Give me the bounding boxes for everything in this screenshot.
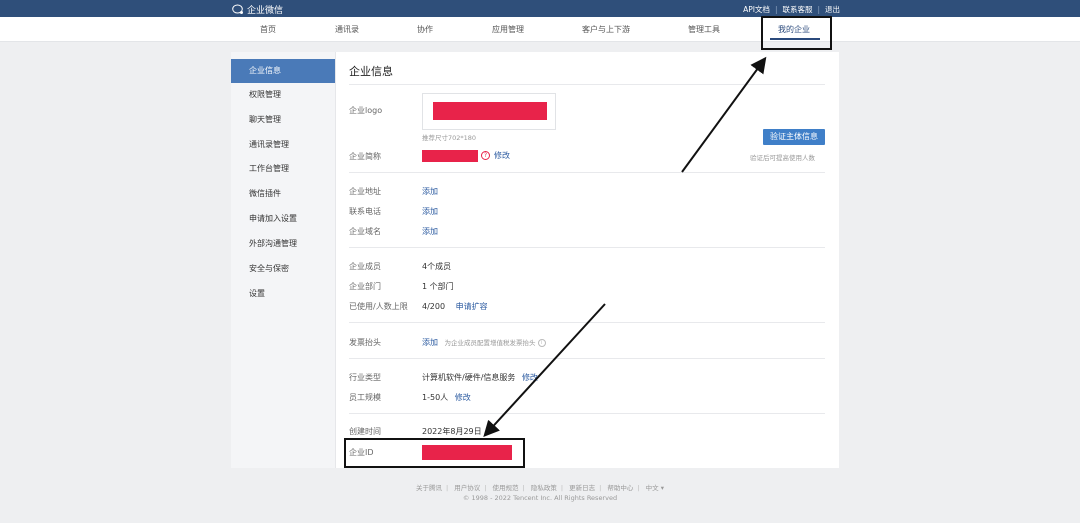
logout-link[interactable]: 退出 bbox=[825, 4, 840, 15]
divider bbox=[349, 172, 825, 173]
nav-home[interactable]: 首页 bbox=[260, 24, 276, 35]
verify-hint: 验证后可提高使用人数 bbox=[750, 154, 815, 162]
request-expansion-link[interactable]: 申请扩容 bbox=[456, 302, 488, 311]
capacity-label: 已使用/人数上限 bbox=[349, 302, 408, 311]
footer-help-link[interactable]: 帮助中心 bbox=[607, 484, 633, 492]
nav-collaboration[interactable]: 协作 bbox=[417, 24, 433, 35]
highlight-box-nav bbox=[761, 16, 832, 50]
divider bbox=[349, 413, 825, 414]
capacity-row: 4/200 申请扩容 bbox=[422, 301, 488, 312]
members-label: 企业成员 bbox=[349, 262, 381, 271]
nav-contacts[interactable]: 通讯录 bbox=[335, 24, 359, 35]
redacted-logo bbox=[433, 102, 547, 120]
divider bbox=[349, 358, 825, 359]
invoice-label: 发票抬头 bbox=[349, 338, 381, 347]
top-bar: 企业微信 API文档 | 联系客服 | 退出 bbox=[0, 0, 1080, 17]
departments-value: 1 个部门 bbox=[422, 282, 454, 291]
verify-entity-button[interactable]: 验证主体信息 bbox=[763, 129, 825, 145]
sidebar-item-workbench[interactable]: 工作台管理 bbox=[231, 157, 335, 181]
divider: | bbox=[817, 5, 820, 14]
enterprise-info-content: 企业信息 企业logo 推荐尺寸702*180 验证主体信息 验证后可提高使用人… bbox=[336, 52, 839, 468]
divider: | bbox=[599, 484, 602, 492]
nav-app-management[interactable]: 应用管理 bbox=[492, 24, 524, 35]
address-label: 企业地址 bbox=[349, 187, 381, 196]
divider: | bbox=[774, 5, 778, 14]
sidebar-item-join-settings[interactable]: 申请加入设置 bbox=[231, 207, 335, 231]
logo-label: 企业logo bbox=[349, 106, 383, 115]
footer-copyright: © 1998 - 2022 Tencent Inc. All Rights Re… bbox=[462, 494, 618, 502]
divider: | bbox=[637, 484, 640, 492]
warning-icon: ? bbox=[481, 151, 490, 160]
logo-size-hint: 推荐尺寸702*180 bbox=[422, 134, 477, 142]
divider bbox=[349, 322, 825, 323]
industry-row: 计算机软件/硬件/信息服务 修改 bbox=[422, 372, 538, 383]
info-icon[interactable]: i bbox=[537, 338, 546, 347]
brand-logo[interactable]: 企业微信 bbox=[232, 3, 283, 16]
add-domain-link[interactable]: 添加 bbox=[422, 226, 438, 237]
edit-short-name-link[interactable]: 修改 bbox=[494, 151, 510, 160]
departments-label: 企业部门 bbox=[349, 282, 381, 291]
page-title: 企业信息 bbox=[349, 65, 393, 78]
footer-privacy-link[interactable]: 隐私政策 bbox=[531, 484, 557, 492]
scale-value: 1-50人 bbox=[422, 393, 449, 402]
phone-label: 联系电话 bbox=[349, 207, 381, 216]
short-name-label: 企业简称 bbox=[349, 152, 381, 161]
created-value: 2022年8月29日 bbox=[422, 427, 482, 436]
add-phone-link[interactable]: 添加 bbox=[422, 206, 438, 217]
industry-label: 行业类型 bbox=[349, 373, 381, 382]
capacity-value: 4/200 bbox=[422, 302, 446, 311]
edit-scale-link[interactable]: 修改 bbox=[455, 393, 471, 402]
sidebar-item-enterprise-info[interactable]: 企业信息 bbox=[231, 59, 335, 83]
nav-customers[interactable]: 客户与上下游 bbox=[582, 24, 630, 35]
sidebar-item-permissions[interactable]: 权限管理 bbox=[231, 83, 335, 107]
edit-industry-link[interactable]: 修改 bbox=[522, 373, 538, 382]
footer-links: 关于腾讯 | 用户协议 | 使用规范 | 隐私政策 | 更新日志 | 帮助中心 | 中文 ▾ bbox=[0, 482, 1080, 492]
sidebar-item-security[interactable]: 安全与保密 bbox=[231, 257, 335, 281]
sidebar-item-chat[interactable]: 聊天管理 bbox=[231, 108, 335, 132]
sidebar-item-contacts[interactable]: 通讯录管理 bbox=[231, 133, 335, 157]
footer-changelog-link[interactable]: 更新日志 bbox=[569, 484, 595, 492]
divider: | bbox=[484, 484, 487, 492]
domain-label: 企业域名 bbox=[349, 227, 381, 236]
footer-rules-link[interactable]: 使用规范 bbox=[493, 484, 519, 492]
sidebar-item-external[interactable]: 外部沟通管理 bbox=[231, 232, 335, 256]
add-invoice-link[interactable]: 添加 bbox=[422, 338, 438, 347]
top-links: API文档 | 联系客服 | 退出 bbox=[743, 4, 840, 15]
sidebar: 企业信息 权限管理 聊天管理 通讯录管理 工作台管理 微信插件 申请加入设置 外… bbox=[231, 52, 336, 468]
divider bbox=[349, 247, 825, 248]
contact-support-link[interactable]: 联系客服 bbox=[782, 4, 812, 15]
divider bbox=[349, 84, 825, 85]
api-docs-link[interactable]: API文档 bbox=[743, 4, 770, 15]
sidebar-item-wechat-plugin[interactable]: 微信插件 bbox=[231, 182, 335, 206]
scale-row: 1-50人 修改 bbox=[422, 392, 471, 403]
divider: | bbox=[560, 484, 564, 492]
scale-label: 员工规模 bbox=[349, 393, 381, 402]
created-label: 创建时间 bbox=[349, 427, 381, 436]
footer-terms-link[interactable]: 用户协议 bbox=[454, 484, 480, 492]
nav-admin-tools[interactable]: 管理工具 bbox=[688, 24, 720, 35]
wecom-logo-icon bbox=[232, 4, 243, 14]
main-nav: 首页 通讯录 协作 应用管理 客户与上下游 管理工具 我的企业 bbox=[0, 17, 1080, 42]
short-name-actions: ? 修改 bbox=[481, 150, 510, 161]
invoice-row: 添加 为企业成员配置增值税发票抬头 i bbox=[422, 337, 546, 348]
footer-about-link[interactable]: 关于腾讯 bbox=[416, 484, 442, 492]
main-panel: 企业信息 权限管理 聊天管理 通讯录管理 工作台管理 微信插件 申请加入设置 外… bbox=[231, 52, 839, 468]
redacted-short-name bbox=[422, 150, 478, 162]
invoice-hint: 为企业成员配置增值税发票抬头 bbox=[444, 339, 536, 347]
members-value: 4个成员 bbox=[422, 262, 452, 271]
highlight-box-corp-id bbox=[344, 438, 525, 468]
brand-name: 企业微信 bbox=[247, 6, 284, 16]
industry-value: 计算机软件/硬件/信息服务 bbox=[422, 373, 516, 382]
add-address-link[interactable]: 添加 bbox=[422, 186, 438, 197]
language-select[interactable]: 中文 ▾ bbox=[646, 484, 664, 492]
logo-upload[interactable] bbox=[422, 93, 556, 130]
divider: | bbox=[522, 484, 525, 492]
sidebar-item-settings[interactable]: 设置 bbox=[231, 282, 335, 306]
divider: | bbox=[445, 484, 449, 492]
